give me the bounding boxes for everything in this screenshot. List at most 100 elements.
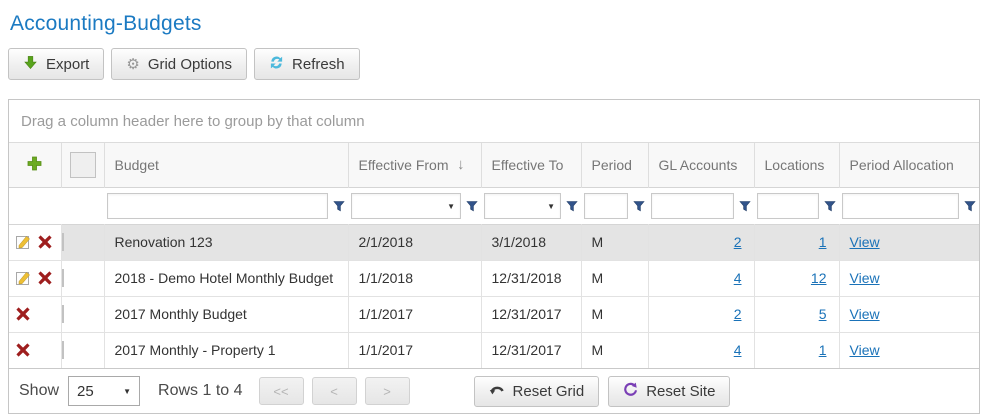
column-header-period[interactable]: Period	[581, 143, 648, 187]
row-actions-cell	[9, 224, 61, 260]
period-allocation-cell: View	[839, 260, 979, 296]
column-header-label: Effective From	[359, 157, 449, 173]
edit-icon[interactable]	[16, 271, 31, 286]
row-actions-cell	[9, 332, 61, 368]
row-checkbox[interactable]	[62, 305, 64, 323]
filter-cell-effective-to: ▼	[481, 187, 581, 224]
period-allocation-cell: View	[839, 296, 979, 332]
locations-cell: 12	[754, 260, 839, 296]
chevron-down-icon: ▼	[123, 387, 131, 396]
locations-link[interactable]: 1	[819, 234, 827, 250]
reset-grid-button[interactable]: Reset Grid	[474, 376, 600, 407]
filter-funnel-icon[interactable]	[333, 200, 345, 212]
refresh-icon	[269, 55, 284, 74]
filter-cell-period	[581, 187, 648, 224]
row-checkbox[interactable]	[62, 233, 64, 251]
effective-to-filter-input[interactable]	[484, 193, 561, 219]
next-page-button[interactable]: >	[365, 377, 410, 405]
gl-accounts-link[interactable]: 4	[734, 342, 742, 358]
reset-site-button[interactable]: Reset Site	[608, 376, 730, 407]
column-header-period-allocation[interactable]: Period Allocation	[839, 143, 979, 187]
gl-accounts-cell: 4	[648, 260, 754, 296]
delete-icon[interactable]	[16, 307, 30, 321]
locations-link[interactable]: 12	[811, 270, 827, 286]
period-allocation-filter-input[interactable]	[842, 193, 959, 219]
locations-link[interactable]: 1	[819, 342, 827, 358]
column-header-effective-to[interactable]: Effective To	[481, 143, 581, 187]
page-title: Accounting-Budgets	[10, 12, 980, 36]
column-header-label: Period	[592, 157, 632, 173]
column-header-budget[interactable]: Budget	[104, 143, 348, 187]
row-checkbox[interactable]	[62, 269, 64, 287]
budgets-table: Budget Effective From ↓ Effective To Per…	[9, 143, 979, 368]
delete-icon[interactable]	[38, 271, 52, 285]
effective-from-cell: 1/1/2017	[348, 332, 481, 368]
effective-to-cell: 12/31/2017	[481, 332, 581, 368]
export-download-icon	[23, 55, 38, 74]
select-all-checkbox[interactable]	[70, 152, 96, 178]
filter-funnel-icon[interactable]	[633, 200, 645, 212]
page-size-select[interactable]: 25 ▼	[68, 376, 140, 406]
locations-cell: 1	[754, 332, 839, 368]
header-row: Budget Effective From ↓ Effective To Per…	[9, 143, 979, 187]
budget-cell: 2017 Monthly - Property 1	[104, 332, 348, 368]
budget-cell: 2018 - Demo Hotel Monthly Budget	[104, 260, 348, 296]
group-by-panel: Drag a column header here to group by th…	[9, 100, 979, 143]
edit-icon[interactable]	[16, 235, 31, 250]
period-filter-input[interactable]	[584, 193, 628, 219]
period-cell: M	[581, 224, 648, 260]
gl-accounts-link[interactable]: 2	[734, 234, 742, 250]
first-page-button[interactable]: <<	[259, 377, 304, 405]
period-cell: M	[581, 332, 648, 368]
view-link[interactable]: View	[850, 270, 880, 286]
delete-icon[interactable]	[38, 235, 52, 249]
filter-funnel-icon[interactable]	[739, 200, 751, 212]
budget-filter-input[interactable]	[107, 193, 328, 219]
column-header-label: Budget	[115, 157, 159, 173]
filter-funnel-icon[interactable]	[824, 200, 836, 212]
pager: Show 25 ▼ Rows 1 to 4 << < > Reset Grid …	[9, 368, 979, 413]
row-select-cell	[61, 224, 104, 260]
view-link[interactable]: View	[850, 306, 880, 322]
effective-from-filter-input[interactable]	[351, 193, 461, 219]
filter-funnel-icon[interactable]	[964, 200, 976, 212]
effective-from-cell: 1/1/2017	[348, 296, 481, 332]
filter-cell-gl-accounts	[648, 187, 754, 224]
reset-site-button-label: Reset Site	[646, 383, 715, 400]
table-row[interactable]: Renovation 123 2/1/2018 3/1/2018 M 2 1 V…	[9, 224, 979, 260]
column-header-gl-accounts[interactable]: GL Accounts	[648, 143, 754, 187]
row-select-cell	[61, 260, 104, 296]
row-select-cell	[61, 332, 104, 368]
effective-to-cell: 12/31/2018	[481, 260, 581, 296]
period-cell: M	[581, 260, 648, 296]
pagination-buttons: << < >	[259, 377, 410, 405]
table-row[interactable]: 2018 - Demo Hotel Monthly Budget 1/1/201…	[9, 260, 979, 296]
toolbar: Export ⚙ Grid Options Refresh	[8, 48, 980, 80]
gear-icon: ⚙	[126, 57, 139, 72]
table-row[interactable]: 2017 Monthly Budget 1/1/2017 12/31/2017 …	[9, 296, 979, 332]
gl-accounts-link[interactable]: 2	[734, 306, 742, 322]
view-link[interactable]: View	[850, 342, 880, 358]
view-link[interactable]: View	[850, 234, 880, 250]
locations-link[interactable]: 5	[819, 306, 827, 322]
table-row[interactable]: 2017 Monthly - Property 1 1/1/2017 12/31…	[9, 332, 979, 368]
period-allocation-cell: View	[839, 224, 979, 260]
column-header-effective-from[interactable]: Effective From ↓	[348, 143, 481, 187]
column-header-locations[interactable]: Locations	[754, 143, 839, 187]
export-button[interactable]: Export	[8, 48, 104, 80]
filter-cell-empty	[9, 187, 61, 224]
prev-page-button[interactable]: <	[312, 377, 357, 405]
locations-filter-input[interactable]	[757, 193, 819, 219]
locations-cell: 5	[754, 296, 839, 332]
add-icon[interactable]	[27, 156, 42, 171]
gl-accounts-link[interactable]: 4	[734, 270, 742, 286]
row-checkbox[interactable]	[62, 341, 64, 359]
circular-arrow-icon	[623, 382, 638, 401]
filter-funnel-icon[interactable]	[466, 200, 478, 212]
refresh-button[interactable]: Refresh	[254, 48, 360, 80]
delete-icon[interactable]	[16, 343, 30, 357]
page-size-value: 25	[77, 383, 94, 400]
filter-funnel-icon[interactable]	[566, 200, 578, 212]
grid-options-button[interactable]: ⚙ Grid Options	[111, 48, 247, 80]
gl-accounts-filter-input[interactable]	[651, 193, 734, 219]
